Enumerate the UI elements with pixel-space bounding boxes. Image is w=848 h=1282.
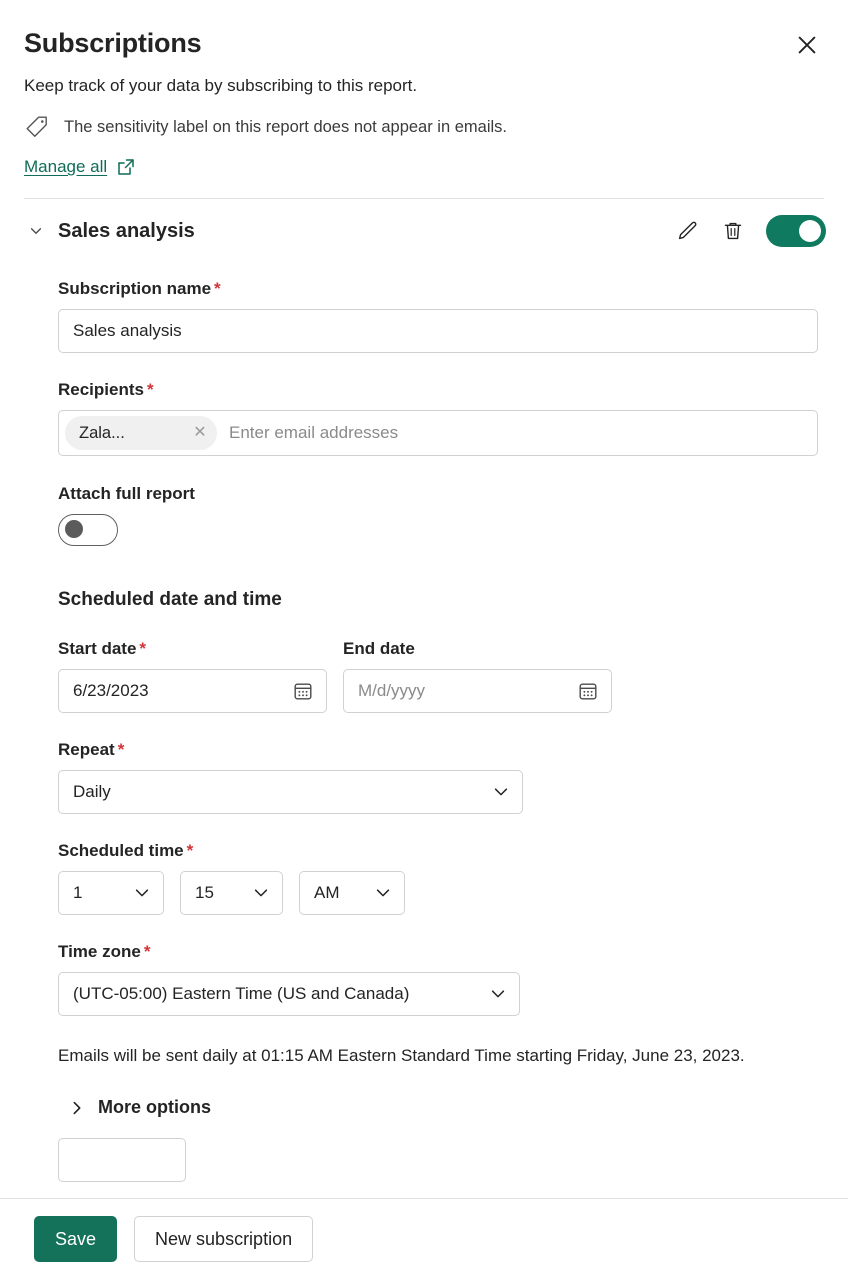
required-marker: * xyxy=(187,841,194,860)
end-date-group: End date M/d/yyyy xyxy=(343,612,612,713)
toggle-knob xyxy=(799,220,821,242)
save-button[interactable]: Save xyxy=(34,1216,117,1262)
scheduled-time-row: 1 15 AM xyxy=(58,871,824,915)
repeat-value: Daily xyxy=(73,782,484,802)
remove-recipient-close-icon[interactable]: ✕ xyxy=(189,422,211,444)
close-icon xyxy=(796,34,818,56)
panel-subtitle: Keep track of your data by subscribing t… xyxy=(0,62,848,98)
time-zone-label: Time zone* xyxy=(58,941,824,963)
calendar-icon[interactable] xyxy=(577,680,599,702)
recipients-email-input[interactable] xyxy=(217,423,811,443)
hour-value: 1 xyxy=(73,883,125,903)
tag-icon xyxy=(24,114,50,140)
chevron-down-icon xyxy=(133,884,151,902)
subscription-actions xyxy=(674,215,826,247)
date-row: Start date* 6/23/2023 xyxy=(58,612,824,713)
start-date-label-text: Start date xyxy=(58,639,136,658)
hour-dropdown[interactable]: 1 xyxy=(58,871,164,915)
subscription-header: Sales analysis xyxy=(0,199,848,247)
end-date-label: End date xyxy=(343,638,612,660)
required-marker: * xyxy=(118,740,125,759)
chevron-down-icon xyxy=(28,222,44,240)
end-date-label-text: End date xyxy=(343,639,415,658)
toggle-knob xyxy=(65,520,83,538)
required-marker: * xyxy=(147,380,154,399)
recipient-chip-label: Zala... xyxy=(79,424,125,443)
recipients-label: Recipients* xyxy=(58,379,824,401)
time-zone-label-text: Time zone xyxy=(58,942,141,961)
attach-full-report-toggle[interactable] xyxy=(58,514,118,546)
edit-pencil-icon-button[interactable] xyxy=(674,218,700,244)
subscription-name-label: Subscription name* xyxy=(58,278,824,300)
external-link-icon[interactable] xyxy=(116,157,136,177)
collapse-chevron-down-icon-button[interactable] xyxy=(22,217,50,245)
meridiem-value: AM xyxy=(314,883,366,903)
time-zone-dropdown[interactable]: (UTC-05:00) Eastern Time (US and Canada) xyxy=(58,972,520,1016)
recipients-label-text: Recipients xyxy=(58,380,144,399)
new-subscription-button[interactable]: New subscription xyxy=(134,1216,313,1262)
pencil-icon xyxy=(675,219,699,243)
recipients-field[interactable]: Zala... ✕ xyxy=(58,410,818,456)
clipped-field-below-more-options[interactable] xyxy=(58,1138,186,1182)
repeat-dropdown[interactable]: Daily xyxy=(58,770,523,814)
more-options-label: More options xyxy=(98,1097,211,1118)
subscription-title: Sales analysis xyxy=(58,218,195,244)
start-date-input[interactable]: 6/23/2023 xyxy=(58,669,327,713)
panel-footer: Save New subscription xyxy=(0,1198,848,1282)
time-zone-value: (UTC-05:00) Eastern Time (US and Canada) xyxy=(73,984,481,1004)
more-options-toggle[interactable]: More options xyxy=(68,1097,211,1118)
schedule-summary-text: Emails will be sent daily at 01:15 AM Ea… xyxy=(58,1042,798,1069)
chevron-down-icon xyxy=(252,884,270,902)
required-marker: * xyxy=(139,639,146,658)
chevron-down-icon xyxy=(492,783,510,801)
delete-trash-icon-button[interactable] xyxy=(720,218,746,244)
close-icon-button[interactable] xyxy=(790,28,824,62)
start-date-value: 6/23/2023 xyxy=(73,681,292,701)
sensitivity-note-text: The sensitivity label on this report doe… xyxy=(64,116,507,138)
end-date-placeholder: M/d/yyyy xyxy=(358,681,577,701)
start-date-label: Start date* xyxy=(58,638,327,660)
recipient-chip[interactable]: Zala... ✕ xyxy=(65,416,217,450)
chevron-right-icon xyxy=(68,1099,86,1117)
repeat-label: Repeat* xyxy=(58,739,824,761)
subscriptions-panel: Subscriptions Keep track of your data by… xyxy=(0,0,848,1282)
subscription-enabled-toggle[interactable] xyxy=(766,215,826,247)
sensitivity-note-row: The sensitivity label on this report doe… xyxy=(0,98,848,140)
page-title: Subscriptions xyxy=(24,26,201,60)
repeat-label-text: Repeat xyxy=(58,740,115,759)
panel-body: Subscriptions Keep track of your data by… xyxy=(0,0,848,1198)
required-marker: * xyxy=(144,942,151,961)
trash-icon xyxy=(721,219,745,243)
attach-full-report-label: Attach full report xyxy=(58,484,824,504)
minute-dropdown[interactable]: 15 xyxy=(180,871,283,915)
subscription-name-label-text: Subscription name xyxy=(58,279,211,298)
manage-all-link[interactable]: Manage all xyxy=(24,156,107,178)
subscription-form: Subscription name* Recipients* Zala... ✕… xyxy=(0,278,848,1182)
required-marker: * xyxy=(214,279,221,298)
scheduled-section-title: Scheduled date and time xyxy=(58,588,824,612)
scheduled-time-label: Scheduled time* xyxy=(58,840,824,862)
chevron-down-icon xyxy=(489,985,507,1003)
meridiem-dropdown[interactable]: AM xyxy=(299,871,405,915)
minute-value: 15 xyxy=(195,883,244,903)
calendar-icon[interactable] xyxy=(292,680,314,702)
scheduled-time-label-text: Scheduled time xyxy=(58,841,184,860)
chevron-down-icon xyxy=(374,884,392,902)
manage-all-row: Manage all xyxy=(0,140,848,178)
subscription-name-input[interactable] xyxy=(58,309,818,353)
panel-header: Subscriptions xyxy=(0,0,848,62)
end-date-input[interactable]: M/d/yyyy xyxy=(343,669,612,713)
start-date-group: Start date* 6/23/2023 xyxy=(58,612,327,713)
